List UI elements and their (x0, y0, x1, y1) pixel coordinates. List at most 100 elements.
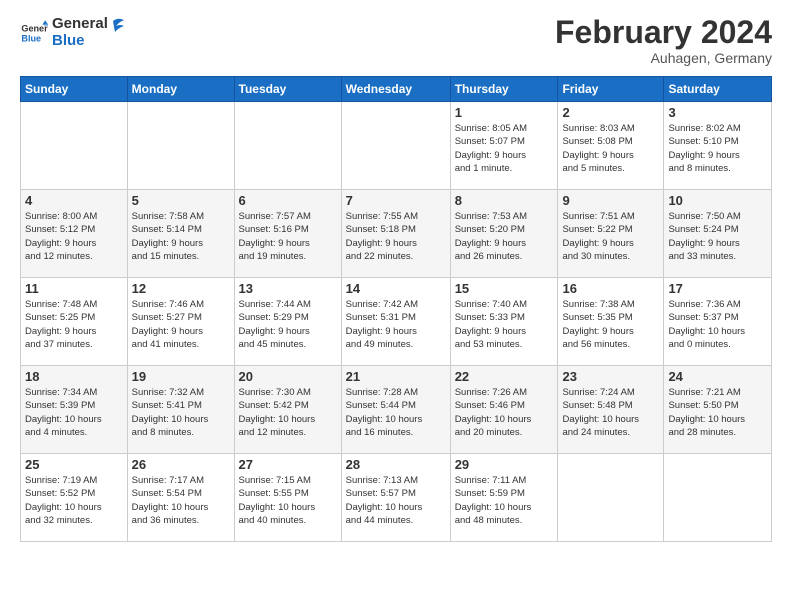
calendar-table: Sunday Monday Tuesday Wednesday Thursday… (20, 76, 772, 542)
svg-text:General: General (21, 23, 48, 33)
day-number-26: 26 (132, 457, 230, 472)
week-row-3: 18Sunrise: 7:34 AM Sunset: 5:39 PM Dayli… (21, 366, 772, 454)
header-saturday: Saturday (664, 77, 772, 102)
day-info-20: Sunrise: 7:30 AM Sunset: 5:42 PM Dayligh… (239, 386, 337, 439)
calendar-cell-3-1: 19Sunrise: 7:32 AM Sunset: 5:41 PM Dayli… (127, 366, 234, 454)
day-number-11: 11 (25, 281, 123, 296)
day-info-27: Sunrise: 7:15 AM Sunset: 5:55 PM Dayligh… (239, 474, 337, 527)
day-number-7: 7 (346, 193, 446, 208)
day-number-16: 16 (562, 281, 659, 296)
calendar-cell-1-6: 10 Sunrise: 7:50 AM Sunset: 5:24 PM Dayli… (664, 190, 772, 278)
logo-text-blue: Blue (52, 33, 108, 50)
calendar-cell-0-1 (127, 102, 234, 190)
day-number-12: 12 (132, 281, 230, 296)
day-info-7: Sunrise: 7:55 AM Sunset: 5:18 PM Dayligh… (346, 210, 446, 263)
calendar-cell-1-3: 7 Sunrise: 7:55 AM Sunset: 5:18 PM Daylig… (341, 190, 450, 278)
calendar-cell-1-4: 8 Sunrise: 7:53 AM Sunset: 5:20 PM Daylig… (450, 190, 558, 278)
calendar-cell-4-1: 26 Sunrise: 7:17 AM Sunset: 5:54 PM Dayli… (127, 454, 234, 542)
calendar-cell-2-2: 13 Sunrise: 7:44 AM Sunset: 5:29 PM Dayli… (234, 278, 341, 366)
header-thursday: Thursday (450, 77, 558, 102)
day-number-14: 14 (346, 281, 446, 296)
day-info-14: Sunrise: 7:42 AM Sunset: 5:31 PM Dayligh… (346, 298, 446, 351)
day-info-10: Sunrise: 7:50 AM Sunset: 5:24 PM Dayligh… (668, 210, 767, 263)
calendar-cell-0-5: 2Sunrise: 8:03 AM Sunset: 5:08 PM Daylig… (558, 102, 664, 190)
day-info-23: Sunrise: 7:24 AM Sunset: 5:48 PM Dayligh… (562, 386, 659, 439)
day-info-3: Sunrise: 8:02 AM Sunset: 5:10 PM Dayligh… (668, 122, 767, 175)
calendar-cell-4-0: 25Sunrise: 7:19 AM Sunset: 5:52 PM Dayli… (21, 454, 128, 542)
day-info-24: Sunrise: 7:21 AM Sunset: 5:50 PM Dayligh… (668, 386, 767, 439)
day-info-16: Sunrise: 7:38 AM Sunset: 5:35 PM Dayligh… (562, 298, 659, 351)
logo-text-general: General (52, 16, 108, 33)
day-number-3: 3 (668, 105, 767, 120)
calendar-cell-2-5: 16 Sunrise: 7:38 AM Sunset: 5:35 PM Dayli… (558, 278, 664, 366)
calendar-cell-1-1: 5 Sunrise: 7:58 AM Sunset: 5:14 PM Daylig… (127, 190, 234, 278)
week-row-1: 4 Sunrise: 8:00 AM Sunset: 5:12 PM Daylig… (21, 190, 772, 278)
day-info-9: Sunrise: 7:51 AM Sunset: 5:22 PM Dayligh… (562, 210, 659, 263)
day-info-13: Sunrise: 7:44 AM Sunset: 5:29 PM Dayligh… (239, 298, 337, 351)
week-row-2: 11 Sunrise: 7:48 AM Sunset: 5:25 PM Dayli… (21, 278, 772, 366)
calendar-cell-0-4: 1 Sunrise: 8:05 AM Sunset: 5:07 PM Daylig… (450, 102, 558, 190)
header-sunday: Sunday (21, 77, 128, 102)
calendar-cell-3-4: 22Sunrise: 7:26 AM Sunset: 5:46 PM Dayli… (450, 366, 558, 454)
day-number-15: 15 (455, 281, 554, 296)
day-number-29: 29 (455, 457, 554, 472)
calendar-cell-2-6: 17Sunrise: 7:36 AM Sunset: 5:37 PM Dayli… (664, 278, 772, 366)
weekday-header-row: Sunday Monday Tuesday Wednesday Thursday… (21, 77, 772, 102)
calendar-cell-4-4: 29 Sunrise: 7:11 AM Sunset: 5:59 PM Dayli… (450, 454, 558, 542)
day-number-23: 23 (562, 369, 659, 384)
logo-bird-icon (102, 17, 124, 39)
day-info-4: Sunrise: 8:00 AM Sunset: 5:12 PM Dayligh… (25, 210, 123, 263)
day-info-19: Sunrise: 7:32 AM Sunset: 5:41 PM Dayligh… (132, 386, 230, 439)
calendar-cell-0-0 (21, 102, 128, 190)
day-number-4: 4 (25, 193, 123, 208)
day-info-22: Sunrise: 7:26 AM Sunset: 5:46 PM Dayligh… (455, 386, 554, 439)
day-number-8: 8 (455, 193, 554, 208)
day-number-25: 25 (25, 457, 123, 472)
header-friday: Friday (558, 77, 664, 102)
day-info-28: Sunrise: 7:13 AM Sunset: 5:57 PM Dayligh… (346, 474, 446, 527)
header: General Blue General Blue February 2024 … (20, 16, 772, 66)
calendar-cell-2-3: 14 Sunrise: 7:42 AM Sunset: 5:31 PM Dayli… (341, 278, 450, 366)
calendar-cell-1-0: 4 Sunrise: 8:00 AM Sunset: 5:12 PM Daylig… (21, 190, 128, 278)
calendar-cell-3-0: 18Sunrise: 7:34 AM Sunset: 5:39 PM Dayli… (21, 366, 128, 454)
day-number-10: 10 (668, 193, 767, 208)
day-number-1: 1 (455, 105, 554, 120)
calendar-cell-3-5: 23 Sunrise: 7:24 AM Sunset: 5:48 PM Dayli… (558, 366, 664, 454)
calendar-cell-1-5: 9 Sunrise: 7:51 AM Sunset: 5:22 PM Daylig… (558, 190, 664, 278)
calendar-cell-2-4: 15Sunrise: 7:40 AM Sunset: 5:33 PM Dayli… (450, 278, 558, 366)
day-number-28: 28 (346, 457, 446, 472)
location-subtitle: Auhagen, Germany (555, 50, 772, 66)
day-number-6: 6 (239, 193, 337, 208)
day-info-8: Sunrise: 7:53 AM Sunset: 5:20 PM Dayligh… (455, 210, 554, 263)
calendar-cell-2-0: 11 Sunrise: 7:48 AM Sunset: 5:25 PM Dayli… (21, 278, 128, 366)
header-monday: Monday (127, 77, 234, 102)
day-number-13: 13 (239, 281, 337, 296)
day-info-5: Sunrise: 7:58 AM Sunset: 5:14 PM Dayligh… (132, 210, 230, 263)
day-info-29: Sunrise: 7:11 AM Sunset: 5:59 PM Dayligh… (455, 474, 554, 527)
week-row-0: 1 Sunrise: 8:05 AM Sunset: 5:07 PM Daylig… (21, 102, 772, 190)
calendar-cell-4-6 (664, 454, 772, 542)
day-number-20: 20 (239, 369, 337, 384)
page: General Blue General Blue February 2024 … (0, 0, 792, 552)
day-number-17: 17 (668, 281, 767, 296)
calendar-cell-3-2: 20 Sunrise: 7:30 AM Sunset: 5:42 PM Dayli… (234, 366, 341, 454)
header-tuesday: Tuesday (234, 77, 341, 102)
day-number-9: 9 (562, 193, 659, 208)
day-info-1: Sunrise: 8:05 AM Sunset: 5:07 PM Dayligh… (455, 122, 554, 175)
day-number-5: 5 (132, 193, 230, 208)
day-info-26: Sunrise: 7:17 AM Sunset: 5:54 PM Dayligh… (132, 474, 230, 527)
calendar-cell-3-3: 21Sunrise: 7:28 AM Sunset: 5:44 PM Dayli… (341, 366, 450, 454)
header-wednesday: Wednesday (341, 77, 450, 102)
title-block: February 2024 Auhagen, Germany (555, 16, 772, 66)
month-title: February 2024 (555, 16, 772, 48)
calendar-cell-0-3 (341, 102, 450, 190)
day-info-11: Sunrise: 7:48 AM Sunset: 5:25 PM Dayligh… (25, 298, 123, 351)
day-info-12: Sunrise: 7:46 AM Sunset: 5:27 PM Dayligh… (132, 298, 230, 351)
calendar-cell-4-5 (558, 454, 664, 542)
calendar-cell-3-6: 24Sunrise: 7:21 AM Sunset: 5:50 PM Dayli… (664, 366, 772, 454)
week-row-4: 25Sunrise: 7:19 AM Sunset: 5:52 PM Dayli… (21, 454, 772, 542)
day-info-18: Sunrise: 7:34 AM Sunset: 5:39 PM Dayligh… (25, 386, 123, 439)
day-number-21: 21 (346, 369, 446, 384)
calendar-cell-4-3: 28 Sunrise: 7:13 AM Sunset: 5:57 PM Dayli… (341, 454, 450, 542)
calendar-cell-0-6: 3 Sunrise: 8:02 AM Sunset: 5:10 PM Daylig… (664, 102, 772, 190)
